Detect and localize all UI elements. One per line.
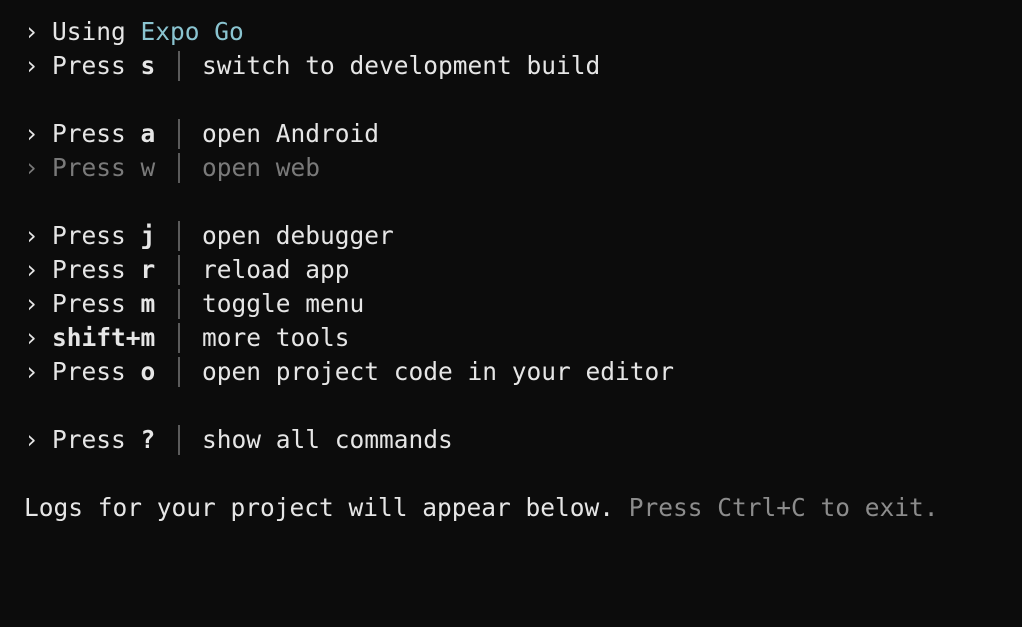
shortcut-key: r [140, 255, 156, 284]
exit-hint: Press Ctrl+C to exit. [628, 493, 939, 522]
prompt-chevron: › [24, 289, 39, 318]
shortcut-key: ? [140, 425, 156, 454]
command-key-label: Press r [52, 253, 155, 287]
command-description: open project code in your editor [202, 357, 675, 386]
command-description: switch to development build [202, 51, 601, 80]
shortcut-key: a [140, 119, 156, 148]
command-line-r: › Press r reload app [24, 253, 1022, 287]
command-key-label: Press m [52, 287, 155, 321]
column-divider [178, 119, 180, 149]
using-line: › Using Expo Go [24, 15, 1022, 49]
command-line-shift-m: › shift+m more tools [24, 321, 1022, 355]
command-line-a: › Press a open Android [24, 117, 1022, 151]
press-label: Press [52, 153, 126, 182]
column-divider [178, 255, 180, 285]
command-key-label: shift+m [52, 321, 155, 355]
command-key-label: Press s [52, 49, 155, 83]
prompt-chevron: › [24, 323, 39, 352]
prompt-chevron: › [24, 51, 39, 80]
column-divider [178, 289, 180, 319]
column-divider [178, 51, 180, 81]
shortcut-key: j [140, 221, 156, 250]
shortcut-key: m [140, 289, 156, 318]
command-key-label: Press a [52, 117, 155, 151]
command-description: open Android [202, 119, 380, 148]
prompt-chevron: › [24, 119, 39, 148]
command-description: reload app [202, 255, 350, 284]
press-label: Press [52, 255, 126, 284]
press-label: Press [52, 289, 126, 318]
command-line-j: › Press j open debugger [24, 219, 1022, 253]
command-line-w: › Press w open web [24, 151, 1022, 185]
prompt-chevron: › [24, 425, 39, 454]
shortcut-key: shift+m [52, 323, 156, 352]
logs-message: Logs for your project will appear below. [24, 493, 615, 522]
footer-text: Logs for your project will appear below.… [24, 491, 939, 525]
prompt-chevron: › [24, 221, 39, 250]
column-divider [178, 425, 180, 455]
command-key-label: Press ? [52, 423, 155, 457]
command-description: more tools [202, 323, 350, 352]
column-divider [178, 153, 180, 183]
prompt-chevron: › [24, 357, 39, 386]
command-description: open debugger [202, 221, 394, 250]
command-key-label: Press w [52, 151, 155, 185]
shortcut-key: o [140, 357, 156, 386]
command-line-help: › Press ? show all commands [24, 423, 1022, 457]
command-key-label: Press j [52, 219, 155, 253]
press-label: Press [52, 119, 126, 148]
using-text: Using [52, 17, 126, 46]
command-line-o: › Press o open project code in your edit… [24, 355, 1022, 389]
press-label: Press [52, 221, 126, 250]
terminal-output: › Using Expo Go › Press s switch to deve… [24, 15, 1022, 525]
command-key-label: Press o [52, 355, 155, 389]
using-label: Using Expo Go [52, 15, 244, 49]
press-label: Press [52, 425, 126, 454]
command-line-m: › Press m toggle menu [24, 287, 1022, 321]
shortcut-key: w [140, 153, 156, 182]
prompt-chevron: › [24, 255, 39, 284]
press-label: Press [52, 357, 126, 386]
column-divider [178, 323, 180, 353]
shortcut-key: s [140, 51, 156, 80]
prompt-chevron: › [24, 153, 39, 182]
column-divider [178, 357, 180, 387]
app-name: Expo Go [140, 17, 244, 46]
column-divider [178, 221, 180, 251]
command-line-s: › Press s switch to development build [24, 49, 1022, 83]
command-description: open web [202, 153, 321, 182]
press-label: Press [52, 51, 126, 80]
command-description: show all commands [202, 425, 453, 454]
command-description: toggle menu [202, 289, 365, 318]
logs-footer: Logs for your project will appear below.… [24, 491, 1022, 525]
prompt-chevron: › [24, 17, 39, 46]
